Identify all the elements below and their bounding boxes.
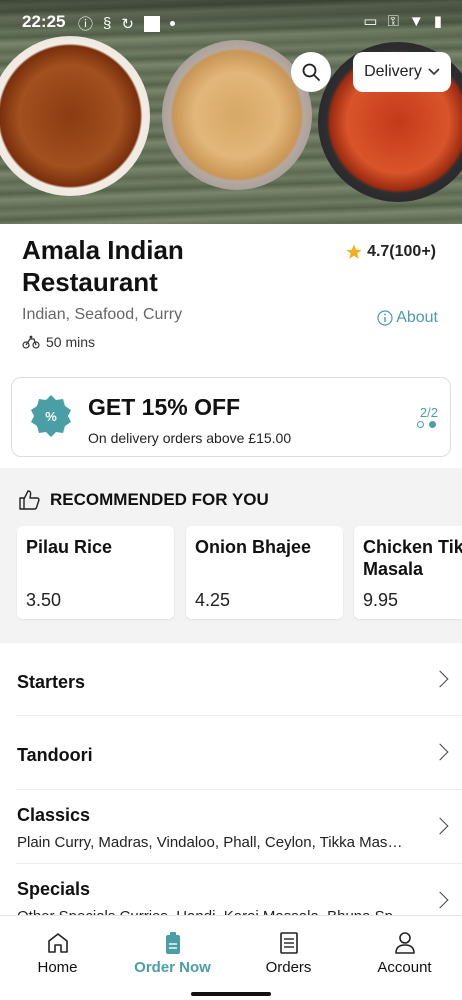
recommended-heading-text: RECOMMENDED FOR YOU <box>50 490 269 509</box>
recommended-item-name: Onion Bhajee <box>195 537 312 557</box>
nav-home[interactable]: Home <box>0 916 115 986</box>
wifi-icon: ▼ <box>408 12 424 30</box>
app-icon: § <box>103 15 112 32</box>
offer-pagination-dots <box>417 421 436 428</box>
nav-orders[interactable]: Orders <box>231 916 346 986</box>
pagination-dot-active <box>429 421 436 428</box>
bottom-navigation: Home Order Now Orders Account <box>0 915 462 1000</box>
chevron-right-icon <box>431 743 449 761</box>
search-icon <box>302 63 320 81</box>
offer-page-indicator: 2/2 <box>419 405 438 420</box>
receipt-icon <box>279 932 298 954</box>
recommended-item-price: 3.50 <box>26 590 62 610</box>
svg-text:%: % <box>45 409 57 424</box>
offer-subtitle: On delivery orders above £15.00 <box>88 430 292 446</box>
info-icon <box>377 310 393 326</box>
chevron-right-icon <box>431 891 449 909</box>
rating: 4.7(100+) <box>345 243 436 261</box>
cast-icon: ▭ <box>363 13 378 30</box>
category-title: Starters <box>17 672 86 692</box>
pagination-dot <box>417 421 424 428</box>
rating-value: 4.7(100+) <box>367 243 436 260</box>
key-icon: ⚿ <box>387 12 399 30</box>
delivery-eta: 50 mins <box>22 334 95 350</box>
chevron-right-icon <box>431 817 449 835</box>
recommended-heading: RECOMMENDED FOR YOU <box>18 490 269 510</box>
about-link[interactable]: About <box>377 309 438 327</box>
home-indicator-bar[interactable] <box>191 992 271 996</box>
recommended-item-price: 9.95 <box>363 590 399 610</box>
category-subtitle: Plain Curry, Madras, Vindaloo, Phall, Ce… <box>17 834 409 851</box>
nav-account[interactable]: Account <box>347 916 462 986</box>
cuisine-list: Indian, Seafood, Curry <box>22 306 183 323</box>
recommended-item-price: 4.25 <box>195 590 231 610</box>
status-bar: 22:25 ⓘ § ↻ ▭ ⚿ ▼ ▮ <box>0 0 462 44</box>
search-button[interactable] <box>291 52 331 92</box>
category-row-classics[interactable]: Classics Plain Curry, Madras, Vindaloo, … <box>16 790 462 864</box>
delivery-mode-label: Delivery <box>364 63 422 80</box>
rider-icon <box>22 335 40 349</box>
category-title: Classics <box>17 805 91 825</box>
category-row-starters[interactable]: Starters <box>16 643 462 716</box>
status-time: 22:25 <box>22 12 66 31</box>
home-icon <box>47 933 68 953</box>
restaurant-name: Amala Indian Restaurant <box>22 235 184 297</box>
delivery-mode-dropdown[interactable]: Delivery <box>353 52 451 92</box>
category-title: Tandoori <box>17 745 93 765</box>
nav-account-label: Account <box>377 959 432 976</box>
sync-icon: ↻ <box>121 15 134 33</box>
battery-icon: ▮ <box>433 13 442 30</box>
recommended-section: RECOMMENDED FOR YOU Pilau Rice 3.50 Onio… <box>0 468 462 643</box>
offer-card[interactable]: % GET 15% OFF On delivery orders above £… <box>11 377 451 457</box>
about-label: About <box>396 309 438 326</box>
recommended-item-card[interactable]: Chicken Tikka Masala 9.95 <box>354 526 462 619</box>
order-bag-icon <box>165 932 180 954</box>
recommended-item-card[interactable]: Onion Bhajee 4.25 <box>186 526 343 619</box>
category-row-tandoori[interactable]: Tandoori <box>16 716 462 790</box>
info-icon: ⓘ <box>78 16 94 33</box>
recommended-item-name: Pilau Rice <box>26 537 113 557</box>
more-notifications-icon <box>169 21 175 26</box>
curry-dish-image <box>0 36 150 196</box>
chevron-right-icon <box>431 670 449 688</box>
nav-home-label: Home <box>37 959 78 976</box>
eta-text: 50 mins <box>46 334 96 350</box>
nav-orders-label: Orders <box>265 959 312 976</box>
star-icon <box>346 244 362 259</box>
chevron-down-icon <box>428 68 440 76</box>
nav-order-now-label: Order Now <box>134 959 211 976</box>
recommended-item-name: Chicken Tikka Masala <box>363 537 462 579</box>
offer-title: GET 15% OFF <box>88 394 241 420</box>
square-notification-icon <box>143 15 160 32</box>
category-title: Specials <box>17 879 91 899</box>
discount-badge-icon: % <box>31 395 71 437</box>
user-icon <box>394 932 415 954</box>
nav-order-now[interactable]: Order Now <box>115 916 230 986</box>
thumbs-up-icon <box>19 490 40 510</box>
recommended-item-card[interactable]: Pilau Rice 3.50 <box>17 526 174 619</box>
biryani-dish-image <box>162 40 312 190</box>
